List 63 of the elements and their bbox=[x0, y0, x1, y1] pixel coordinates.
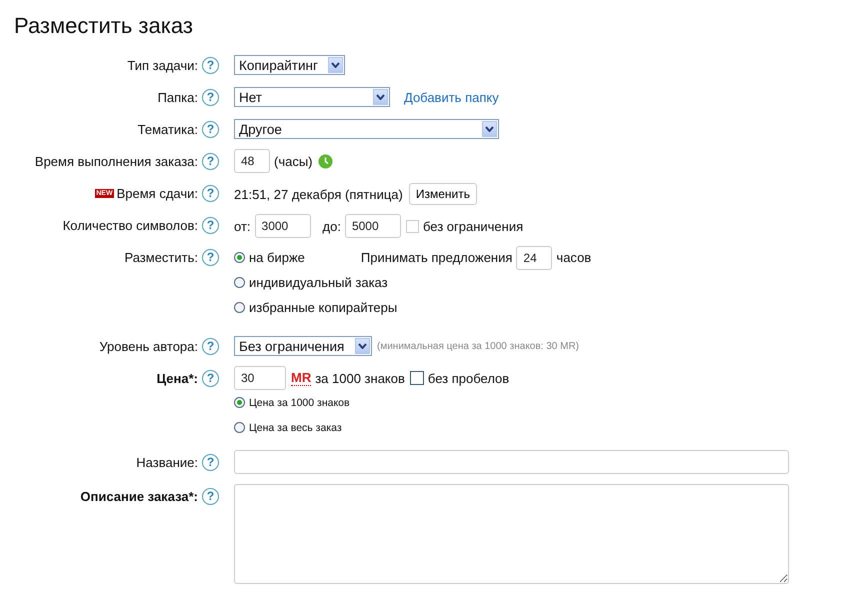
help-icon[interactable]: ? bbox=[202, 370, 219, 386]
caret-icon bbox=[485, 126, 494, 132]
to-label: до: bbox=[322, 218, 341, 234]
dropdown[interactable]: Нет bbox=[234, 87, 390, 107]
dropdown[interactable]: Копирайтинг bbox=[234, 55, 345, 75]
max-field[interactable]: 5000 bbox=[344, 214, 401, 238]
hours-field[interactable]: 48 bbox=[234, 149, 270, 173]
radio-label: Цена за весь заказ bbox=[249, 422, 342, 434]
radio-label: избранные копирайтеры bbox=[249, 300, 398, 315]
help-icon[interactable]: ? bbox=[202, 488, 219, 504]
help-icon[interactable]: ? bbox=[202, 248, 219, 266]
offers-label: Принимать предложения bbox=[360, 250, 512, 265]
clock-icon bbox=[318, 154, 333, 168]
from-label: от: bbox=[234, 218, 251, 234]
offers-hours-field[interactable]: 24 bbox=[516, 246, 552, 270]
help-icon[interactable]: ? bbox=[202, 454, 219, 470]
help-icon[interactable]: ? bbox=[202, 184, 219, 202]
caret-icon bbox=[331, 62, 340, 68]
help-icon[interactable]: ? bbox=[202, 152, 219, 170]
help-icon[interactable]: ? bbox=[202, 120, 219, 138]
page-title: Разместить заказ bbox=[14, 12, 194, 40]
unit-text: (часы) bbox=[274, 154, 313, 168]
field-label: Разместить: bbox=[124, 250, 198, 264]
checkbox-label: без ограничения bbox=[422, 218, 524, 234]
field-label: Папка: bbox=[158, 90, 198, 104]
radio-button[interactable] bbox=[234, 252, 245, 263]
hint-text: (минимальная цена за 1000 знаков: 30 MR) bbox=[377, 340, 580, 352]
change-button[interactable]: Изменить bbox=[408, 183, 477, 205]
radio-button[interactable] bbox=[234, 302, 245, 313]
caret-icon bbox=[376, 94, 385, 100]
help-icon[interactable]: ? bbox=[202, 56, 219, 74]
field-label: Тематика: bbox=[138, 122, 198, 136]
field-label: Описание заказа*: bbox=[80, 488, 198, 504]
radio-label: на бирже bbox=[249, 250, 305, 265]
caret-icon bbox=[358, 343, 367, 349]
checkbox[interactable] bbox=[410, 371, 424, 385]
dropdown[interactable]: Другое bbox=[234, 119, 499, 139]
help-icon[interactable]: ? bbox=[202, 88, 219, 106]
radio-button[interactable] bbox=[234, 397, 245, 408]
title-field[interactable] bbox=[234, 450, 789, 474]
field-label: Название: bbox=[136, 454, 198, 470]
description-field[interactable] bbox=[234, 484, 789, 584]
help-icon[interactable]: ? bbox=[202, 338, 219, 354]
radio-button[interactable] bbox=[234, 277, 245, 288]
radio-label: индивидуальный заказ bbox=[249, 275, 388, 290]
field-label: Время сдачи: bbox=[116, 186, 198, 200]
unit-text: часов bbox=[556, 250, 592, 265]
help-icon[interactable]: ? bbox=[202, 216, 219, 234]
unit-text: за 1000 знаков bbox=[315, 370, 405, 386]
checkbox-label: без пробелов bbox=[428, 370, 510, 386]
add-folder-link[interactable]: Добавить папку bbox=[404, 90, 499, 104]
field-label: Цена*: bbox=[156, 370, 198, 386]
radio-label: Цена за 1000 знаков bbox=[249, 396, 350, 408]
min-field[interactable]: 3000 bbox=[254, 214, 311, 238]
field-label: Тип задачи: bbox=[127, 58, 198, 72]
field-label: Уровень автора: bbox=[99, 338, 198, 354]
dropdown[interactable]: Без ограничения bbox=[234, 336, 372, 356]
currency-text: MR bbox=[291, 370, 312, 386]
price-field[interactable]: 30 bbox=[234, 366, 286, 390]
radio-button[interactable] bbox=[234, 422, 245, 433]
deadline-text: 21:51, 27 декабря (пятница) bbox=[234, 186, 403, 202]
field-label: Количество символов: bbox=[62, 218, 198, 232]
field-label: Время выполнения заказа: bbox=[34, 154, 198, 168]
